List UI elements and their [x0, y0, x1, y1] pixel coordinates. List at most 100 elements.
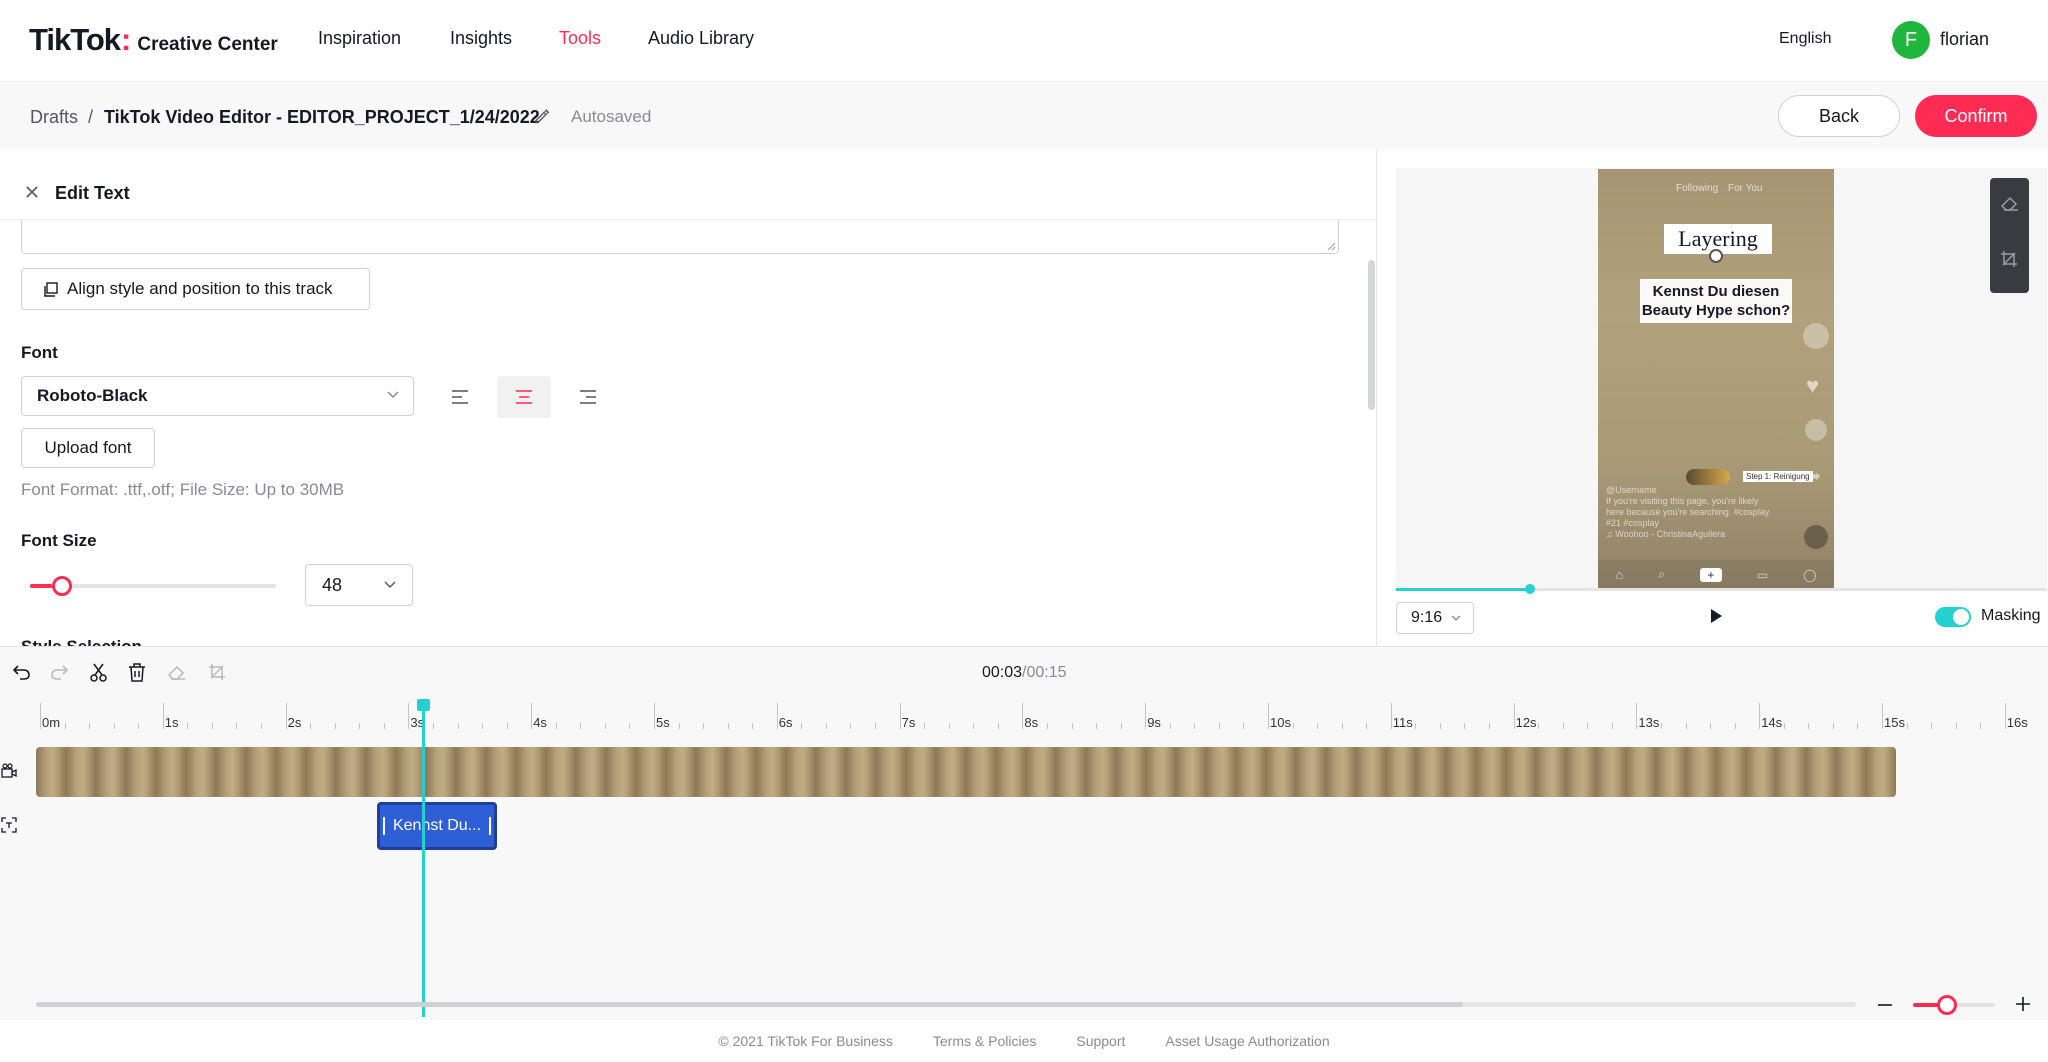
ruler-minor-tick — [89, 723, 91, 729]
search-icon: ⌕ — [1658, 567, 1665, 581]
music-disc-icon — [1804, 525, 1828, 549]
time-total: 00:15 — [1026, 664, 1067, 681]
rotate-handle-icon[interactable] — [1709, 249, 1723, 263]
undo-icon[interactable] — [12, 663, 31, 680]
ruler-minor-tick — [236, 723, 238, 729]
panel-title: Edit Text — [55, 183, 130, 203]
zoom-out-icon[interactable] — [1878, 1004, 1892, 1006]
ruler-label: 10s — [1270, 715, 1291, 730]
eraser-icon[interactable] — [2000, 194, 2020, 212]
align-right-button[interactable] — [561, 376, 615, 418]
chevron-down-icon — [384, 581, 396, 589]
ruler-minor-tick — [948, 723, 950, 729]
play-icon[interactable] — [1709, 608, 1723, 624]
eraser-icon[interactable] — [167, 663, 187, 681]
crop-icon[interactable] — [208, 663, 226, 681]
ruler-label: 4s — [533, 715, 547, 730]
logo[interactable]: TikTok : Creative Center — [29, 22, 278, 58]
nav-link-inspiration[interactable]: Inspiration — [318, 28, 401, 49]
delete-icon[interactable] — [128, 663, 146, 682]
ruler-tick — [1636, 703, 1638, 729]
ruler-minor-tick — [1832, 723, 1834, 729]
ruler-label: 2s — [287, 715, 302, 730]
logo-subtitle: Creative Center — [137, 34, 278, 55]
ruler-minor-tick — [261, 723, 263, 729]
ruler-tick — [1268, 703, 1269, 729]
preview-progress-handle[interactable] — [1525, 584, 1535, 594]
language-selector[interactable]: English — [1779, 30, 1831, 48]
footer: © 2021 TikTok For Business Terms & Polic… — [0, 1020, 2048, 1062]
nav-link-insights[interactable]: Insights — [450, 28, 512, 49]
step-overlay[interactable]: Step 1: Reinigung — [1743, 471, 1813, 482]
ruler-label: 1s — [164, 715, 179, 730]
ruler-minor-tick — [211, 723, 213, 729]
ruler-minor-tick — [997, 723, 999, 729]
time-current: 00:03 — [982, 664, 1023, 681]
ruler-minor-tick — [678, 723, 680, 729]
confirm-button[interactable]: Confirm — [1915, 95, 2037, 137]
align-left-button[interactable] — [433, 376, 487, 418]
aspect-ratio-select[interactable]: 9:16 — [1396, 602, 1474, 634]
ruler-minor-tick — [924, 723, 926, 729]
timeline-scrollbar[interactable] — [36, 1002, 1856, 1007]
avatar[interactable]: F — [1892, 21, 1930, 59]
aspect-ratio-value: 9:16 — [1411, 609, 1443, 626]
ruler-minor-tick — [1734, 723, 1736, 729]
upload-font-button[interactable]: Upload font — [21, 428, 155, 468]
username[interactable]: florian — [1940, 29, 1989, 50]
align-style-button[interactable]: Align style and position to this track — [21, 268, 370, 310]
clip-handle-right[interactable] — [489, 817, 491, 835]
comment-icon — [1805, 419, 1827, 441]
ruler-minor-tick — [1808, 723, 1810, 729]
video-track-clip[interactable] — [36, 747, 1896, 797]
footer-asset-link[interactable]: Asset Usage Authorization — [1165, 1033, 1329, 1049]
ruler-minor-tick — [1980, 723, 1982, 729]
home-icon: ⌂ — [1615, 567, 1624, 582]
profile-icon: ◯ — [1803, 567, 1817, 582]
playhead[interactable] — [422, 699, 425, 1017]
split-icon[interactable] — [89, 663, 108, 682]
redo-icon[interactable] — [50, 663, 69, 680]
ruler-label: 5s — [656, 715, 670, 730]
ruler-label: 15s — [1884, 715, 1905, 730]
zoom-in-icon[interactable] — [2016, 997, 2030, 1011]
back-button[interactable]: Back — [1778, 95, 1900, 137]
ruler-tick — [162, 703, 164, 729]
video-preview[interactable]: Following For You Layering Kennst Du die… — [1598, 169, 1834, 589]
footer-terms-link[interactable]: Terms & Policies — [933, 1033, 1036, 1049]
ruler-minor-tick — [1341, 723, 1343, 729]
zoom-slider-thumb[interactable] — [1937, 995, 1957, 1015]
ruler-minor-tick — [1783, 723, 1785, 729]
font-select[interactable]: Roboto-Black — [21, 376, 414, 416]
footer-support-link[interactable]: Support — [1076, 1033, 1125, 1049]
playhead-handle[interactable] — [417, 699, 430, 711]
font-size-select[interactable]: 48 — [305, 564, 413, 606]
ruler-minor-tick — [850, 723, 852, 729]
ruler-minor-tick — [383, 723, 385, 729]
font-size-slider-thumb[interactable] — [52, 576, 72, 596]
edit-title-icon[interactable] — [534, 108, 550, 124]
ruler-minor-tick — [1366, 723, 1368, 729]
breadcrumb-drafts[interactable]: Drafts — [30, 107, 78, 128]
video-caption: @Username If you're visiting this page, … — [1606, 485, 1776, 540]
ruler-minor-tick — [580, 723, 582, 729]
text-content-input[interactable] — [21, 220, 1339, 254]
text-overlay-line1: Kennst Du diesen — [1652, 283, 1780, 300]
align-center-button[interactable] — [497, 376, 551, 418]
time-ruler[interactable]: 0m 1s 2s 3s 4s 5s 6s 7s 8s 9s 10s 11s 12s 13s 14s 15s 16… — [0, 703, 2048, 733]
close-icon[interactable] — [24, 184, 40, 200]
text-track-clip[interactable]: Kennst Du... — [377, 802, 497, 850]
footer-copyright: © 2021 TikTok For Business — [718, 1033, 893, 1049]
nav-link-audio-library[interactable]: Audio Library — [648, 28, 754, 49]
creator-avatar-icon — [1803, 323, 1829, 349]
panel-scrollbar[interactable] — [1368, 260, 1375, 410]
masking-toggle[interactable] — [1935, 607, 1971, 627]
timeline-scrollbar-thumb[interactable] — [36, 1002, 1463, 1007]
preview-progress-track[interactable] — [1530, 588, 2047, 591]
breadcrumb-separator: / — [88, 107, 94, 127]
text-overlay[interactable]: Kennst Du diesen Beauty Hype schon? — [1640, 279, 1792, 323]
nav-link-tools[interactable]: Tools — [559, 28, 601, 49]
ruler-minor-tick — [604, 723, 606, 729]
crop-icon[interactable] — [2000, 250, 2018, 268]
clip-handle-left[interactable] — [383, 817, 385, 835]
